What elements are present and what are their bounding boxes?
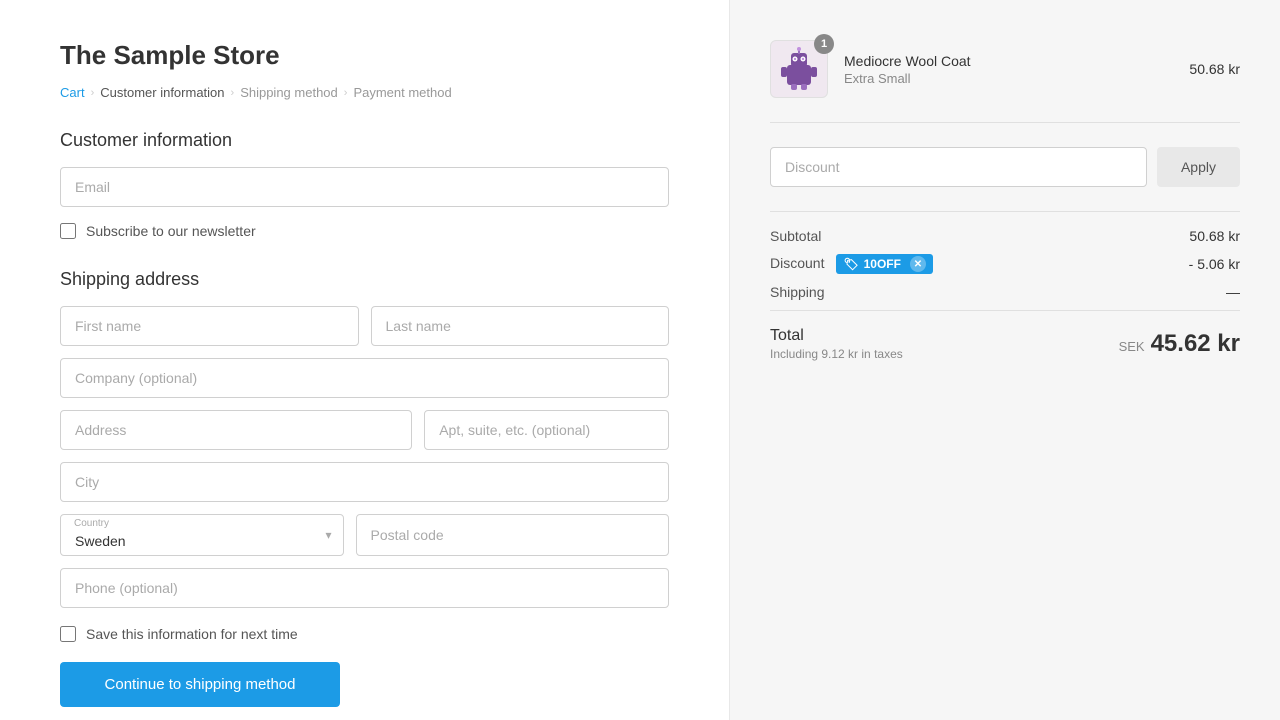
total-row: Total Including 9.12 kr in taxes SEK 45.… <box>770 310 1240 361</box>
chevron-icon-3: › <box>344 87 348 99</box>
phone-input[interactable] <box>60 568 669 608</box>
store-title: The Sample Store <box>60 40 669 71</box>
country-select-wrap: Country Sweden ▾ <box>60 514 344 556</box>
breadcrumb: Cart › Customer information › Shipping m… <box>60 85 669 100</box>
discount-remove-button[interactable]: ✕ <box>910 256 926 272</box>
subtotal-label: Subtotal <box>770 228 821 244</box>
product-robot-icon <box>779 47 819 91</box>
summary-lines: Subtotal 50.68 kr Discount 🏷 10OFF ✕ - 5… <box>770 211 1240 300</box>
breadcrumb-shipping: Shipping method <box>240 85 338 100</box>
email-input[interactable] <box>60 167 669 207</box>
save-info-row: Save this information for next time <box>60 626 669 642</box>
total-tax: Including 9.12 kr in taxes <box>770 347 903 361</box>
product-variant: Extra Small <box>844 71 1173 86</box>
shipping-line: Shipping — <box>770 284 1240 300</box>
subtotal-line: Subtotal 50.68 kr <box>770 228 1240 244</box>
chevron-icon-1: › <box>91 87 95 99</box>
first-name-input[interactable] <box>60 306 359 346</box>
right-panel: 1 Mediocre Wool Coat Extra Small 50.68 k… <box>730 0 1280 720</box>
apt-input[interactable] <box>424 410 669 450</box>
discount-value: - 5.06 kr <box>1189 256 1240 272</box>
save-info-label: Save this information for next time <box>86 626 298 642</box>
newsletter-label: Subscribe to our newsletter <box>86 223 256 239</box>
product-info: Mediocre Wool Coat Extra Small <box>844 53 1173 86</box>
discount-tag: 🏷 10OFF ✕ <box>836 254 933 274</box>
discount-line: Discount 🏷 10OFF ✕ - 5.06 kr <box>770 254 1240 274</box>
total-currency: SEK <box>1119 339 1145 354</box>
newsletter-row: Subscribe to our newsletter <box>60 223 669 239</box>
country-label: Country <box>74 518 109 529</box>
company-input[interactable] <box>60 358 669 398</box>
breadcrumb-payment: Payment method <box>353 85 451 100</box>
email-field-wrap <box>60 167 669 207</box>
product-badge: 1 <box>814 34 834 54</box>
name-row <box>60 306 669 346</box>
total-label: Total <box>770 327 903 345</box>
left-panel: The Sample Store Cart › Customer informa… <box>0 0 730 720</box>
customer-info-title: Customer information <box>60 130 669 151</box>
tag-icon: 🏷 <box>843 257 858 271</box>
address-row <box>60 410 669 450</box>
shipping-address-title: Shipping address <box>60 269 669 290</box>
product-name: Mediocre Wool Coat <box>844 53 1173 69</box>
newsletter-checkbox[interactable] <box>60 223 76 239</box>
discount-row: Apply <box>770 147 1240 187</box>
breadcrumb-customer-info: Customer information <box>100 85 224 100</box>
total-amount: 45.62 kr <box>1151 330 1240 358</box>
postal-code-input[interactable] <box>356 514 670 556</box>
phone-field-wrap <box>60 568 669 608</box>
save-info-checkbox[interactable] <box>60 626 76 642</box>
chevron-icon-2: › <box>231 87 235 99</box>
total-left: Total Including 9.12 kr in taxes <box>770 327 903 361</box>
product-price: 50.68 kr <box>1189 61 1240 77</box>
subtotal-value: 50.68 kr <box>1189 228 1240 244</box>
continue-button[interactable]: Continue to shipping method <box>60 662 340 707</box>
apply-button[interactable]: Apply <box>1157 147 1240 187</box>
last-name-input[interactable] <box>371 306 670 346</box>
shipping-label: Shipping <box>770 284 825 300</box>
discount-label-text: Discount 🏷 10OFF ✕ <box>770 254 933 274</box>
city-input[interactable] <box>60 462 669 502</box>
discount-input[interactable] <box>770 147 1147 187</box>
country-postal-row: Country Sweden ▾ <box>60 514 669 556</box>
city-field-wrap <box>60 462 669 502</box>
product-row: 1 Mediocre Wool Coat Extra Small 50.68 k… <box>770 40 1240 123</box>
shipping-value: — <box>1226 284 1240 300</box>
address-input[interactable] <box>60 410 412 450</box>
company-field-wrap <box>60 358 669 398</box>
discount-code: 10OFF <box>864 257 901 271</box>
breadcrumb-cart[interactable]: Cart <box>60 85 85 100</box>
total-price-wrap: SEK 45.62 kr <box>1119 330 1240 358</box>
product-image-wrap: 1 <box>770 40 828 98</box>
